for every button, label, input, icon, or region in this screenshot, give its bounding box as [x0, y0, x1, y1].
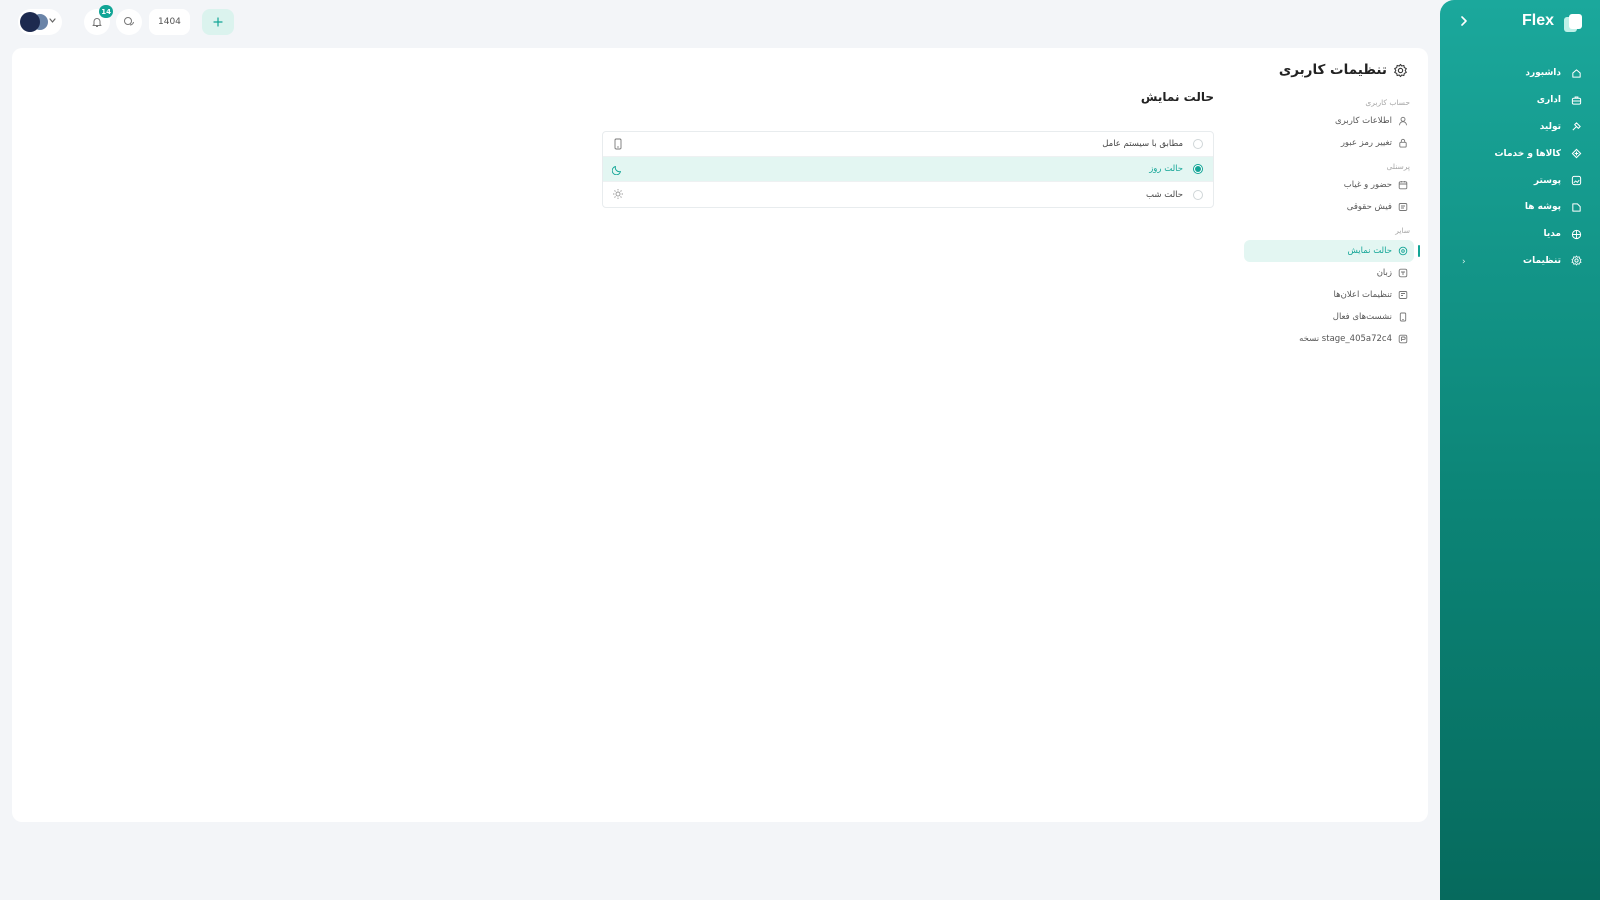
- settings-item-label: تغییر رمز عبور: [1340, 138, 1392, 148]
- sidebar-item-settings[interactable]: › تنظیمات: [1440, 248, 1600, 275]
- sidebar-item-folders[interactable]: پوشه ها: [1440, 194, 1600, 221]
- add-button[interactable]: [201, 9, 234, 35]
- settings-nav: حساب کاربری اطلاعات کاربری تغییر رمز عبو…: [1244, 96, 1420, 350]
- settings-item-language[interactable]: زبان: [1244, 262, 1414, 284]
- sidebar-nav: داشبورد اداری تولید کالاها و خدمات پوستر…: [1440, 60, 1600, 274]
- avatar: [20, 12, 40, 32]
- chat-icon: [124, 17, 134, 26]
- display-mode-label: مطابق با سیستم عامل: [1102, 139, 1183, 149]
- settings-item-display-mode[interactable]: حالت نمایش: [1244, 240, 1420, 262]
- user-menu[interactable]: [18, 9, 62, 35]
- moon-icon: [612, 166, 621, 175]
- sidebar-item-goods[interactable]: کالاها و خدمات: [1440, 140, 1600, 167]
- settings-item-label: نشست‌های فعال: [1332, 312, 1392, 322]
- settings-item-label: فیش حقوقی: [1346, 202, 1392, 212]
- settings-section-personnel: پرسنلی: [1386, 162, 1410, 171]
- display-mode-title: حالت نمایش: [1140, 90, 1214, 104]
- briefcase-icon: [1571, 96, 1582, 105]
- notification-settings-icon: [1398, 291, 1408, 299]
- content-card: تنظیمات کاربری حساب کاربری اطلاعات کاربر…: [12, 48, 1428, 822]
- settings-item-payslip[interactable]: فیش حقوقی: [1244, 196, 1414, 218]
- lock-icon: [1399, 138, 1407, 148]
- settings-section-other: سایر: [1395, 226, 1410, 235]
- settings-item-label: زبان: [1376, 268, 1392, 278]
- sidebar-collapse-button[interactable]: [1456, 13, 1472, 29]
- sidebar-item-poster[interactable]: پوستر: [1440, 167, 1600, 194]
- settings-item-label: تنظیمات اعلان‌ها: [1333, 290, 1393, 300]
- sidebar-item-label: مدیا: [1543, 229, 1561, 240]
- production-icon: [1572, 122, 1581, 132]
- folder-icon: [1572, 203, 1581, 212]
- sidebar-item-label: تولید: [1539, 121, 1561, 132]
- settings-item-user-info[interactable]: اطلاعات کاربری: [1244, 110, 1414, 132]
- device-icon: [614, 138, 622, 150]
- sidebar-item-label: پوشه ها: [1524, 202, 1561, 213]
- topbar: 14 1404: [18, 5, 234, 35]
- app-logo-text: Flex: [1521, 12, 1554, 29]
- media-icon: [1571, 229, 1582, 239]
- chevron-right-icon: [1461, 16, 1467, 26]
- poster-icon: [1571, 175, 1582, 186]
- bell-icon: [92, 18, 102, 27]
- settings-item-active-sessions[interactable]: نشست‌های فعال: [1244, 306, 1414, 328]
- settings-item-label: اطلاعات کاربری: [1334, 116, 1392, 126]
- page-header: تنظیمات کاربری: [1279, 62, 1408, 78]
- sidebar-item-dashboard[interactable]: داشبورد: [1440, 60, 1600, 87]
- sidebar-header: Flex: [1440, 0, 1600, 44]
- goods-icon: [1571, 148, 1582, 159]
- display-mode-options: مطابق با سیستم عامل حالت روز حالت شب: [602, 131, 1214, 208]
- calendar-icon: [1398, 181, 1408, 190]
- radio-button[interactable]: [1193, 189, 1203, 200]
- display-mode-option-system[interactable]: مطابق با سیستم عامل: [603, 132, 1213, 157]
- fiscal-year-selector[interactable]: 1404: [149, 9, 190, 35]
- user-icon: [1399, 116, 1407, 126]
- plus-icon: [213, 17, 223, 27]
- settings-icon: [1571, 255, 1582, 266]
- radio-button[interactable]: [1193, 139, 1203, 149]
- radio-button[interactable]: [1193, 164, 1203, 174]
- settings-section-account: حساب کاربری: [1365, 98, 1410, 107]
- sidebar-item-label: تنظیمات: [1523, 255, 1561, 266]
- settings-item-label: نسخه stage_405a72c4: [1299, 334, 1392, 344]
- version-icon: [1398, 334, 1408, 344]
- sidebar-item-media[interactable]: مدیا: [1440, 221, 1600, 248]
- settings-item-label: حضور و غیاب: [1343, 180, 1392, 190]
- sidebar-item-label: پوستر: [1533, 175, 1561, 186]
- chevron-down-icon: [49, 18, 56, 23]
- notifications-button[interactable]: 14: [84, 5, 113, 35]
- receipt-icon: [1398, 203, 1408, 211]
- settings-item-attendance[interactable]: حضور و غیاب: [1244, 174, 1414, 196]
- chevron-icon: ›: [1462, 256, 1466, 267]
- home-icon: [1572, 69, 1581, 78]
- page-title: تنظیمات کاربری: [1278, 62, 1387, 78]
- sidebar-item-label: داشبورد: [1525, 68, 1561, 79]
- settings-item-change-password[interactable]: تغییر رمز عبور: [1244, 132, 1414, 154]
- device-icon: [1399, 312, 1407, 322]
- language-icon: [1398, 268, 1408, 278]
- sun-icon: [613, 189, 623, 199]
- sidebar-item-production[interactable]: تولید: [1440, 114, 1600, 141]
- fiscal-year-value: 1404: [158, 17, 181, 27]
- display-mode-option-night[interactable]: حالت شب: [603, 182, 1213, 207]
- settings-item-notifications[interactable]: تنظیمات اعلان‌ها: [1244, 284, 1414, 306]
- display-mode-option-day[interactable]: حالت روز: [603, 157, 1213, 182]
- sidebar-item-label: اداری: [1536, 95, 1561, 106]
- sidebar-item-office[interactable]: اداری: [1440, 87, 1600, 114]
- chat-button[interactable]: [116, 9, 142, 35]
- active-indicator: [1418, 245, 1420, 257]
- sidebar-item-label: کالاها و خدمات: [1494, 148, 1561, 159]
- display-mode-label: حالت روز: [1149, 164, 1183, 174]
- main-sidebar: Flex داشبورد اداری تولید کالاها و خدمات …: [1440, 0, 1600, 900]
- notification-count-badge: 14: [99, 5, 113, 18]
- palette-icon: [1398, 246, 1408, 256]
- display-mode-label: حالت شب: [1146, 189, 1183, 200]
- settings-item-version[interactable]: نسخه stage_405a72c4: [1244, 328, 1414, 350]
- app-logo-icon: [1564, 14, 1582, 32]
- gear-icon: [1394, 63, 1407, 77]
- settings-item-label: حالت نمایش: [1347, 246, 1392, 256]
